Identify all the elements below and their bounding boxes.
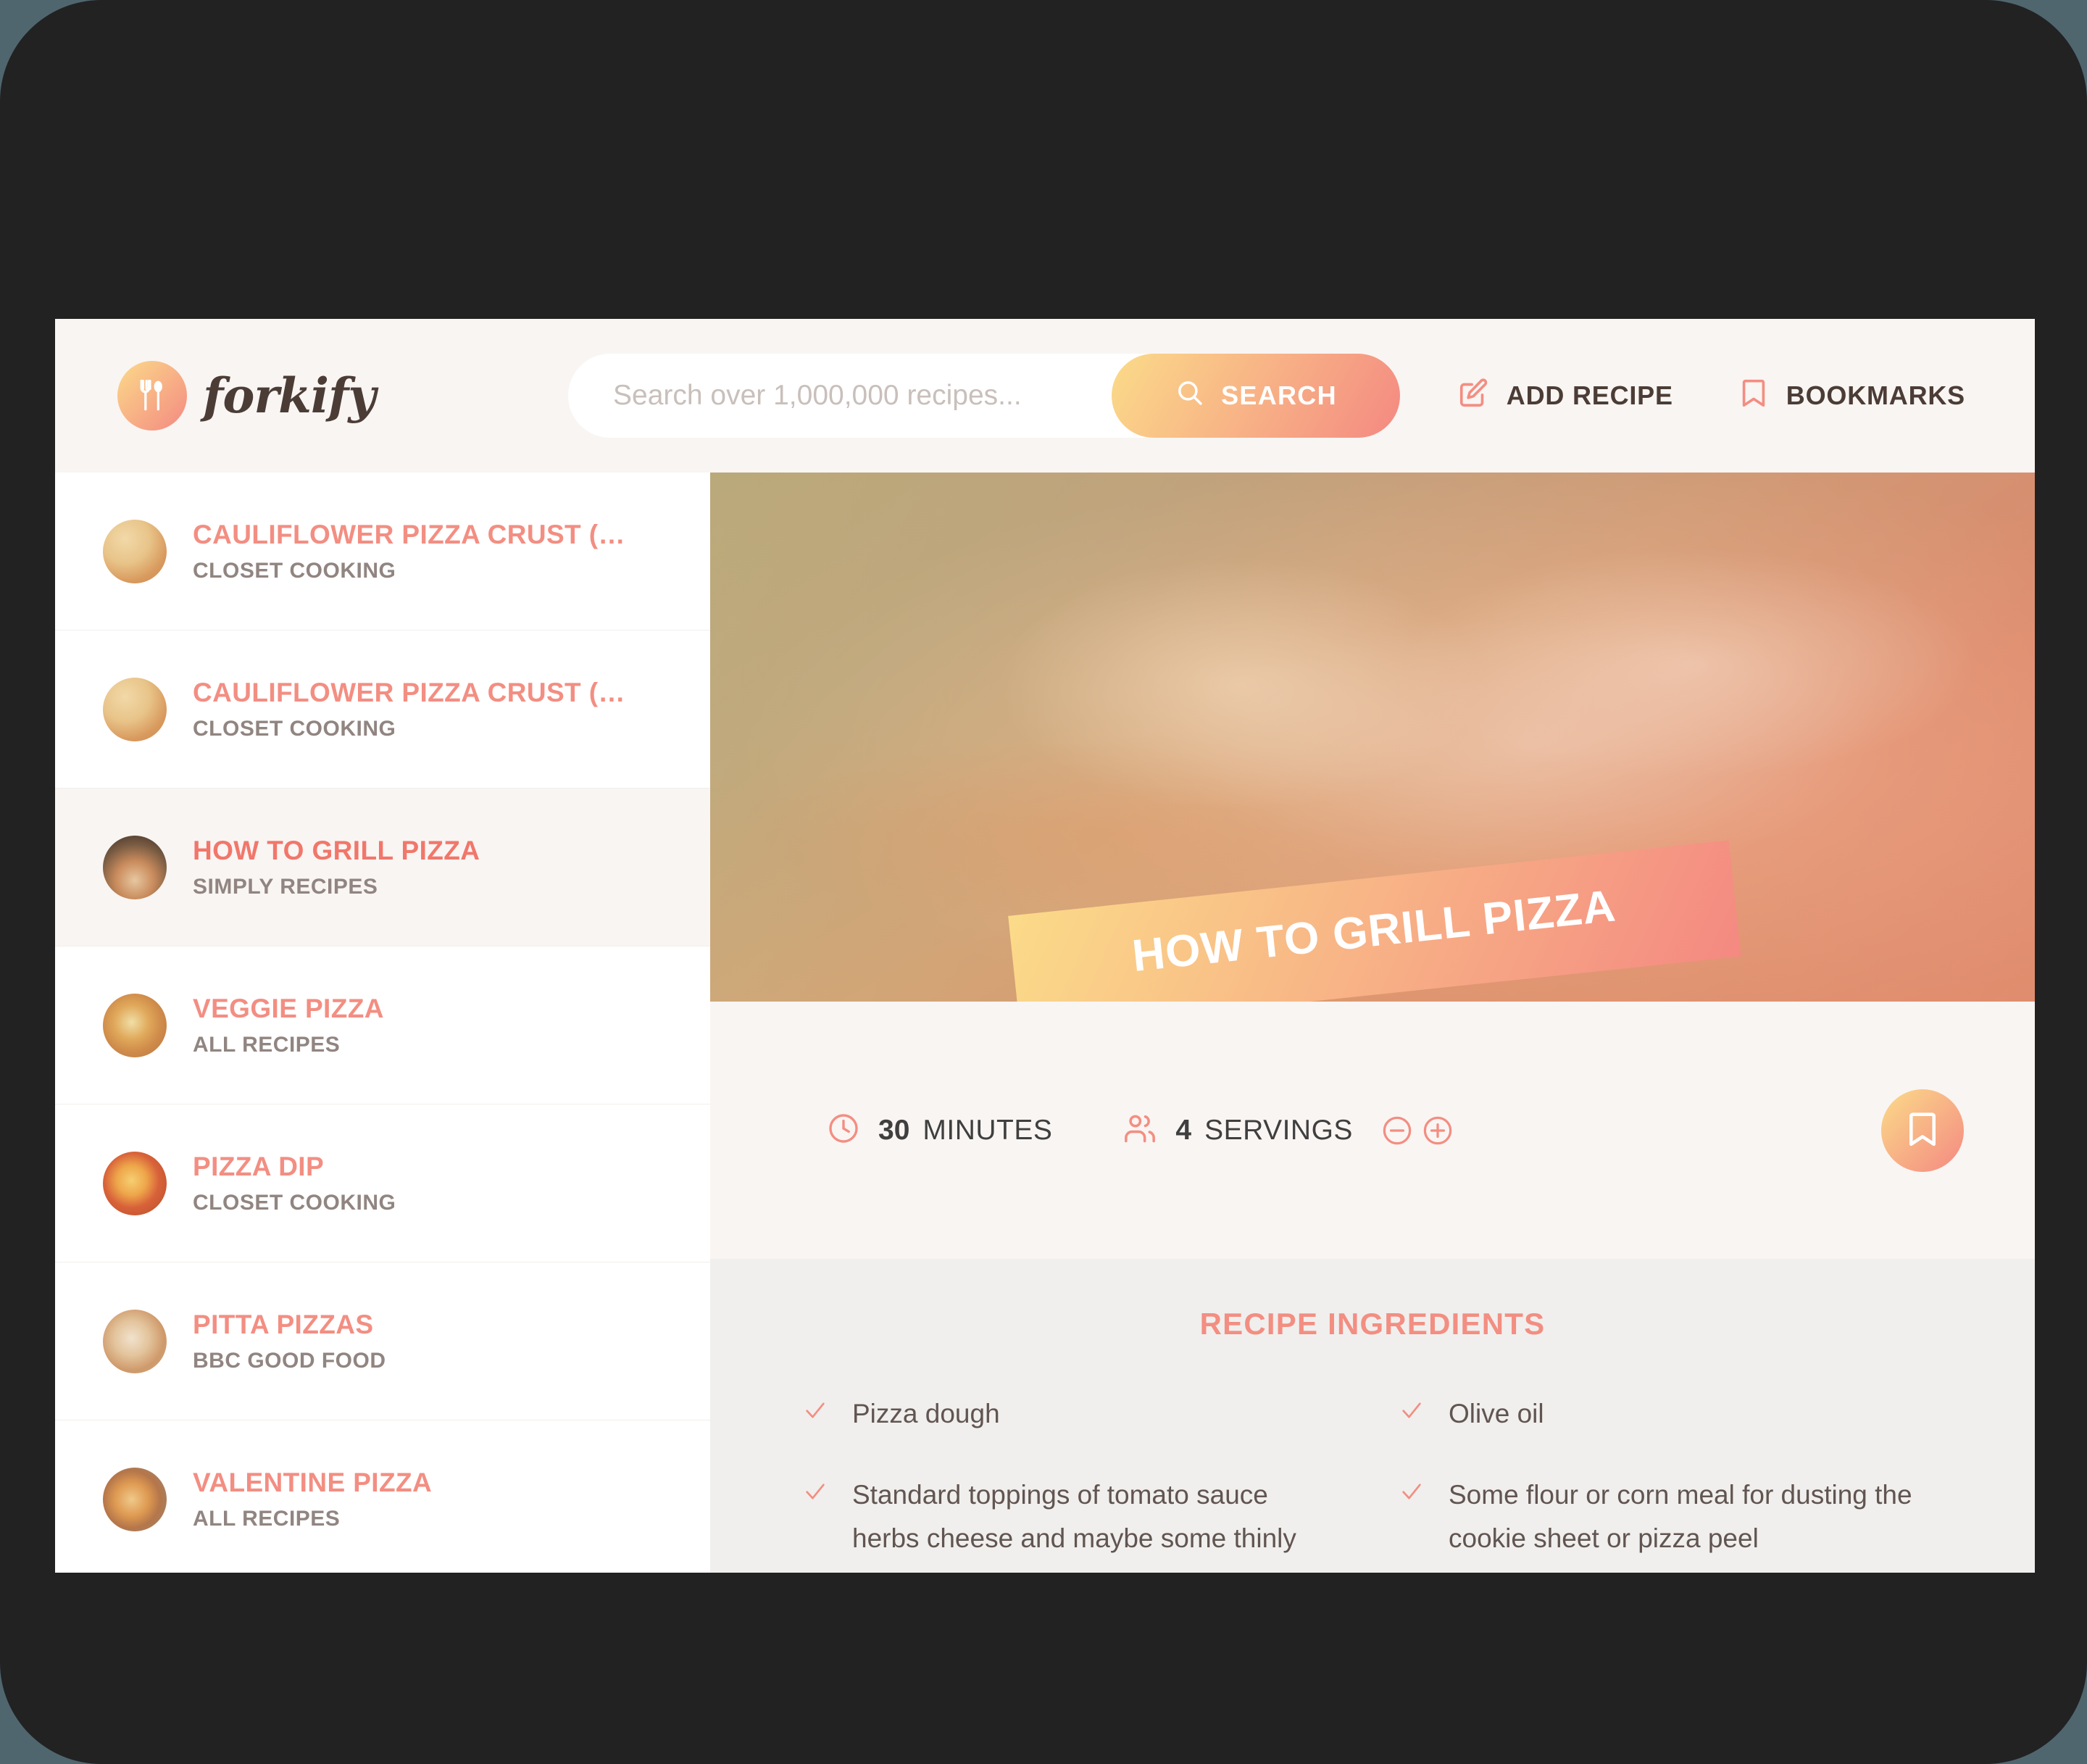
result-item[interactable]: VEGGIE PIZZA ALL RECIPES	[55, 947, 710, 1104]
result-item[interactable]: CAULIFLOWER PIZZA CRUST (WIT... CLOSET CO…	[55, 631, 710, 789]
result-item[interactable]: PIZZA DIP CLOSET COOKING	[55, 1104, 710, 1262]
result-item[interactable]: PITTA PIZZAS BBC GOOD FOOD	[55, 1262, 710, 1420]
bookmarks-button[interactable]: BOOKMARKS	[1715, 359, 1987, 433]
servings-stepper	[1380, 1114, 1454, 1147]
result-title: CAULIFLOWER PIZZA CRUST (WIT...	[193, 677, 628, 707]
result-thumbnail	[103, 993, 167, 1057]
decrease-servings-button[interactable]	[1380, 1114, 1414, 1147]
search-form: SEARCH	[568, 354, 1400, 438]
ingredient-item: Olive oil	[1399, 1392, 1942, 1436]
check-icon	[1399, 1398, 1424, 1426]
result-publisher: CLOSET COOKING	[193, 1190, 396, 1215]
ingredient-text: Pizza dough	[852, 1399, 1000, 1428]
app-header: forkify SEARCH	[55, 319, 2035, 473]
result-title: HOW TO GRILL PIZZA	[193, 835, 480, 865]
add-recipe-label: ADD RECIPE	[1506, 380, 1673, 410]
result-title: VALENTINE PIZZA	[193, 1467, 433, 1497]
fork-spoon-icon	[117, 361, 187, 430]
result-item[interactable]: CAULIFLOWER PIZZA CRUST (WIT... CLOSET CO…	[55, 473, 710, 631]
result-title: VEGGIE PIZZA	[193, 993, 384, 1023]
ingredients-heading: RECIPE INGREDIENTS	[1199, 1307, 1546, 1341]
check-icon	[803, 1398, 828, 1426]
edit-square-icon	[1457, 376, 1491, 416]
recipe-hero: HOW TO GRILL PIZZA	[710, 473, 2035, 1002]
result-publisher: ALL RECIPES	[193, 1506, 341, 1531]
result-thumbnail	[103, 677, 167, 741]
result-publisher: SIMPLY RECIPES	[193, 874, 378, 899]
search-results-list: CAULIFLOWER PIZZA CRUST (WIT... CLOSET CO…	[55, 473, 710, 1573]
search-button[interactable]: SEARCH	[1112, 354, 1400, 438]
cook-time-unit: MINUTES	[922, 1114, 1053, 1146]
ingredient-item: Pizza dough	[803, 1392, 1346, 1436]
bookmark-icon	[1901, 1108, 1944, 1152]
servings-unit: SERVINGS	[1204, 1114, 1353, 1146]
result-thumbnail	[103, 1309, 167, 1373]
app-window: forkify SEARCH	[55, 319, 2035, 1573]
brand-name: forkify	[203, 367, 376, 424]
result-thumbnail	[103, 1151, 167, 1215]
result-thumbnail	[103, 835, 167, 899]
check-icon	[803, 1479, 828, 1507]
result-item[interactable]: HOW TO GRILL PIZZA SIMPLY RECIPES	[55, 789, 710, 947]
ingredient-text: Some flour or corn meal for dusting the …	[1449, 1479, 1912, 1553]
check-icon	[1399, 1479, 1424, 1507]
recipe-details: 30 MINUTES 4 SERVINGS	[710, 1002, 2035, 1259]
search-icon	[1175, 378, 1205, 415]
result-title: PIZZA DIP	[193, 1151, 325, 1181]
bookmark-recipe-button[interactable]	[1881, 1089, 1964, 1172]
ingredient-text: Olive oil	[1449, 1399, 1544, 1428]
recipe-ingredients-section: RECIPE INGREDIENTS Pizza dough Olive oil S…	[710, 1259, 2035, 1573]
ingredient-item: Some flour or corn meal for dusting the …	[1399, 1473, 1942, 1560]
users-icon	[1122, 1110, 1158, 1150]
cook-time: 30 MINUTES	[826, 1111, 1052, 1149]
result-publisher: BBC GOOD FOOD	[193, 1348, 386, 1373]
search-results-panel: CAULIFLOWER PIZZA CRUST (WIT... CLOSET CO…	[55, 473, 710, 1573]
result-thumbnail	[103, 1467, 167, 1531]
result-item[interactable]: VALENTINE PIZZA ALL RECIPES	[55, 1420, 710, 1573]
ingredients-grid: Pizza dough Olive oil Standard toppings of…	[710, 1392, 2035, 1560]
brand-logo[interactable]: forkify	[117, 361, 376, 430]
result-thumbnail	[103, 519, 167, 583]
result-title: CAULIFLOWER PIZZA CRUST (WIT...	[193, 519, 628, 549]
servings-value: 4	[1175, 1114, 1192, 1146]
clock-icon	[826, 1111, 861, 1149]
search-button-label: SEARCH	[1221, 380, 1337, 410]
result-publisher: CLOSET COOKING	[193, 716, 396, 741]
result-title: PITTA PIZZAS	[193, 1309, 374, 1339]
search-input[interactable]	[613, 380, 1091, 412]
add-recipe-button[interactable]: ADD RECIPE	[1436, 359, 1695, 433]
bookmarks-label: BOOKMARKS	[1786, 380, 1965, 410]
cook-time-value: 30	[878, 1114, 910, 1146]
servings: 4 SERVINGS	[1122, 1110, 1454, 1150]
bookmark-icon	[1737, 376, 1770, 416]
app-body: CAULIFLOWER PIZZA CRUST (WIT... CLOSET CO…	[55, 473, 2035, 1573]
result-publisher: ALL RECIPES	[193, 1032, 341, 1057]
recipe-pane: HOW TO GRILL PIZZA 30 MINUTES 4 SERVINGS…	[710, 473, 2035, 1573]
result-publisher: CLOSET COOKING	[193, 558, 396, 583]
header-nav: ADD RECIPE BOOKMARKS	[1436, 319, 1987, 473]
increase-servings-button[interactable]	[1421, 1114, 1454, 1147]
ingredient-item: Standard toppings of tomato sauce herbs …	[803, 1473, 1346, 1560]
ingredient-text: Standard toppings of tomato sauce herbs …	[852, 1479, 1296, 1553]
